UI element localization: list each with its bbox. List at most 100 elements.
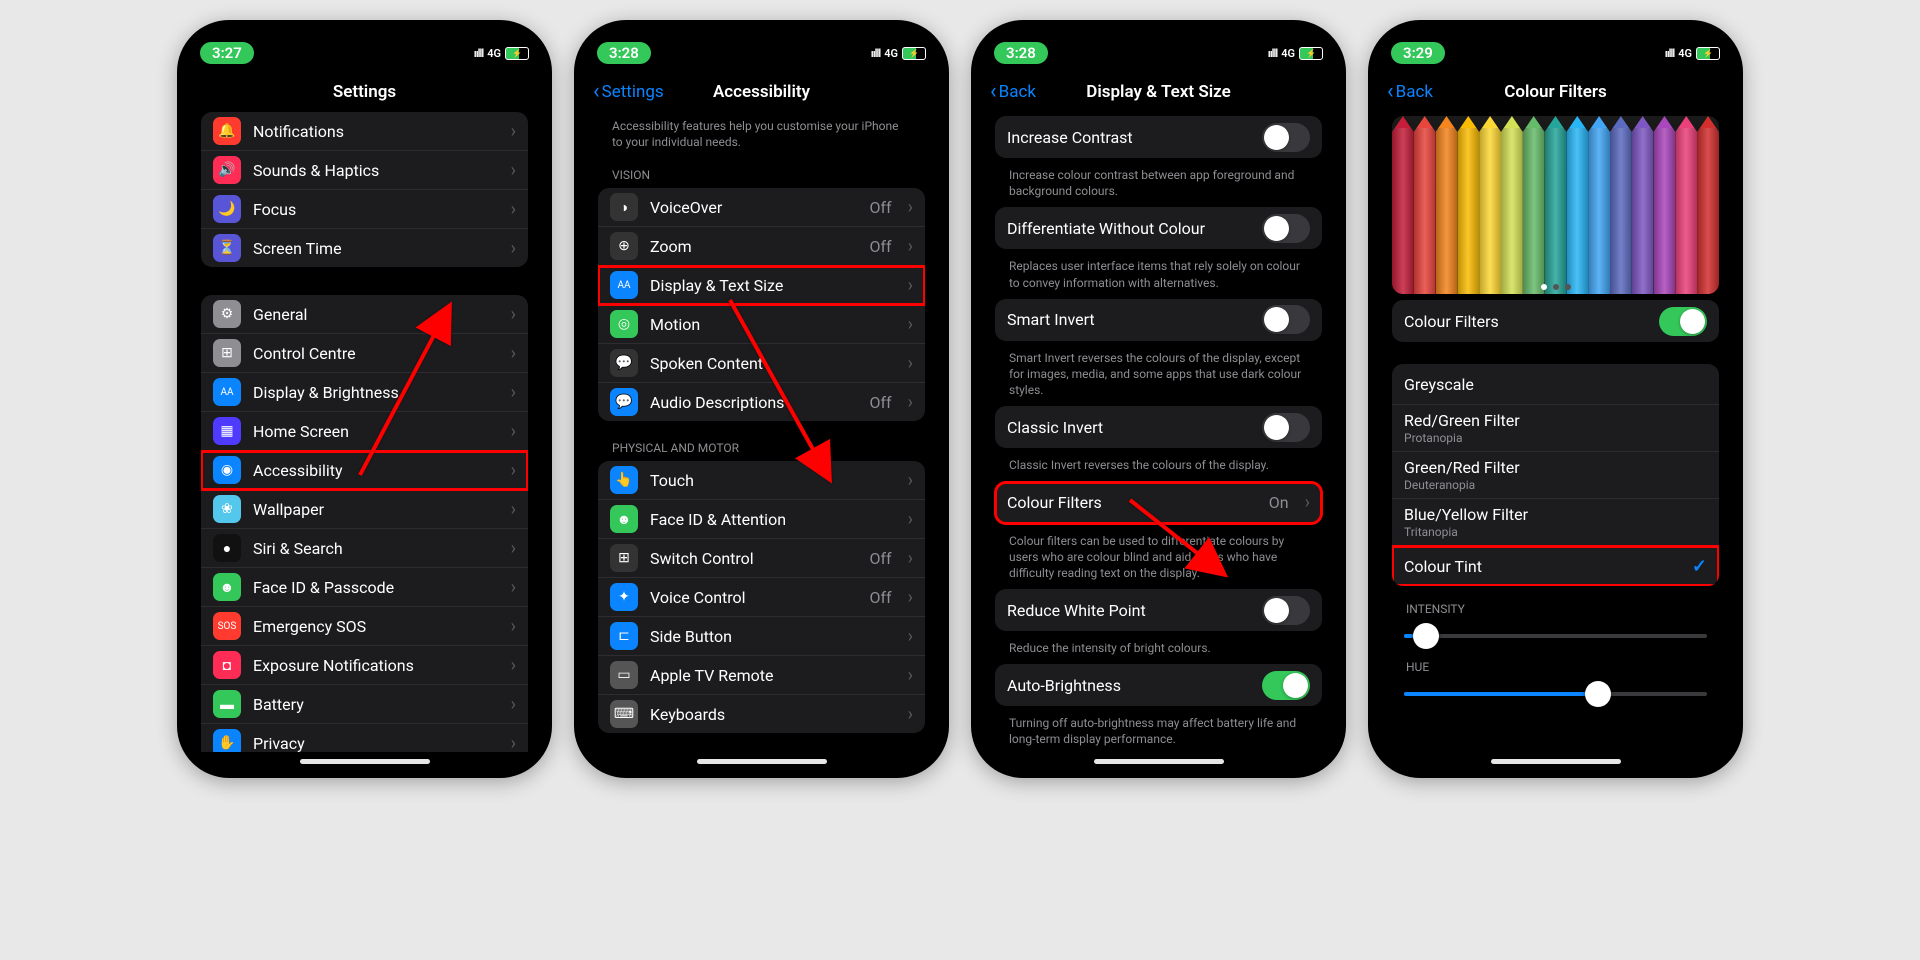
- row-label: Classic Invert: [1007, 418, 1250, 437]
- settings-group: Increase Contrast: [995, 116, 1322, 158]
- content[interactable]: Increase Contrast Increase colour contra…: [980, 112, 1337, 756]
- toggle-switch[interactable]: [1262, 123, 1310, 152]
- settings-row[interactable]: ⊞ Switch Control Off ›: [598, 539, 925, 578]
- row-icon: ☻: [610, 505, 638, 533]
- settings-row[interactable]: ⏳ Screen Time ›: [201, 229, 528, 267]
- intensity-slider[interactable]: [1404, 634, 1707, 638]
- settings-row[interactable]: ☻ Face ID & Passcode ›: [201, 568, 528, 607]
- pencil-icon: [1697, 116, 1719, 294]
- filter-option-row[interactable]: Colour Tint ✓: [1392, 546, 1719, 586]
- settings-row[interactable]: ✋ Privacy ›: [201, 724, 528, 752]
- pencil-icon: [1675, 116, 1697, 294]
- settings-row[interactable]: Increase Contrast: [995, 116, 1322, 158]
- home-indicator[interactable]: [1094, 759, 1224, 764]
- settings-row[interactable]: 🌙 Focus ›: [201, 190, 528, 229]
- settings-row[interactable]: Colour FiltersOn›: [995, 482, 1322, 524]
- nav-title: Settings: [333, 82, 396, 102]
- filter-option-row[interactable]: Blue/Yellow FilterTritanopia: [1392, 499, 1719, 546]
- settings-row[interactable]: Auto-Brightness: [995, 664, 1322, 706]
- row-value: Off: [869, 549, 891, 568]
- row-label: Sounds & Haptics: [253, 161, 495, 180]
- toggle-switch[interactable]: [1262, 671, 1310, 700]
- row-label: Display & Brightness: [253, 383, 495, 402]
- settings-row[interactable]: ◑ VoiceOver Off ›: [598, 188, 925, 227]
- row-label: Red/Green FilterProtanopia: [1404, 411, 1707, 445]
- settings-row[interactable]: ❀ Wallpaper ›: [201, 490, 528, 529]
- row-description: Reduce the intensity of bright colours.: [995, 637, 1322, 664]
- home-indicator[interactable]: [697, 759, 827, 764]
- settings-row[interactable]: ◉ Accessibility ›: [201, 451, 528, 490]
- settings-row[interactable]: ⊕ Zoom Off ›: [598, 227, 925, 266]
- row-icon: SOS: [213, 612, 241, 640]
- pencil-icon: [1392, 116, 1414, 294]
- content[interactable]: Accessibility features help you customis…: [583, 112, 940, 752]
- settings-row[interactable]: 👆 Touch ›: [598, 461, 925, 500]
- row-value: Off: [869, 237, 891, 256]
- back-label: Back: [1396, 82, 1433, 102]
- settings-row[interactable]: AA Display & Text Size ›: [598, 266, 925, 305]
- filter-option-row[interactable]: Red/Green FilterProtanopia: [1392, 405, 1719, 452]
- toggle-switch[interactable]: [1659, 307, 1707, 336]
- pencil-preview[interactable]: [1392, 116, 1719, 294]
- filter-option-row[interactable]: Greyscale: [1392, 364, 1719, 405]
- settings-row[interactable]: SOS Emergency SOS ›: [201, 607, 528, 646]
- filter-option-row[interactable]: Green/Red FilterDeuteranopia: [1392, 452, 1719, 499]
- row-icon: AA: [213, 378, 241, 406]
- settings-row[interactable]: ▬ Battery ›: [201, 685, 528, 724]
- settings-row[interactable]: Differentiate Without Colour: [995, 207, 1322, 249]
- settings-row[interactable]: ✦ Voice Control Off ›: [598, 578, 925, 617]
- settings-row[interactable]: ☻ Face ID & Attention ›: [598, 500, 925, 539]
- row-icon: ☻: [213, 573, 241, 601]
- toggle-switch[interactable]: [1262, 305, 1310, 334]
- settings-row[interactable]: 💬 Audio Descriptions Off ›: [598, 383, 925, 421]
- notch: [1084, 20, 1234, 46]
- toggle-switch[interactable]: [1262, 413, 1310, 442]
- home-indicator[interactable]: [1491, 759, 1621, 764]
- back-button[interactable]: ‹Back: [990, 82, 1036, 102]
- pencil-icon: [1632, 116, 1654, 294]
- back-button[interactable]: ‹Settings: [593, 82, 664, 102]
- chevron-right-icon: ›: [908, 704, 913, 725]
- settings-row[interactable]: Reduce White Point: [995, 589, 1322, 631]
- toggle-switch[interactable]: [1262, 596, 1310, 625]
- settings-row[interactable]: ⚙ General ›: [201, 295, 528, 334]
- settings-row[interactable]: 🔊 Sounds & Haptics ›: [201, 151, 528, 190]
- nav-title: Accessibility: [713, 82, 810, 102]
- back-button[interactable]: ‹Back: [1387, 82, 1433, 102]
- row-label: Reduce White Point: [1007, 601, 1250, 620]
- chevron-right-icon: ›: [908, 548, 913, 569]
- settings-row[interactable]: ▭ Apple TV Remote ›: [598, 656, 925, 695]
- home-indicator[interactable]: [300, 759, 430, 764]
- settings-row[interactable]: Classic Invert: [995, 406, 1322, 448]
- page-indicator: [1541, 284, 1571, 290]
- network-label: 4G: [884, 47, 898, 60]
- chevron-right-icon: ›: [511, 304, 516, 325]
- screen: 3:28 ıılll 4G ⚡ ‹Back Display & Text Siz…: [980, 29, 1337, 769]
- settings-row[interactable]: ◎ Motion ›: [598, 305, 925, 344]
- row-label: Voice Control: [650, 588, 857, 607]
- settings-row[interactable]: ⌨ Keyboards ›: [598, 695, 925, 733]
- settings-row[interactable]: Smart Invert: [995, 299, 1322, 341]
- hue-slider[interactable]: [1404, 692, 1707, 696]
- row-description: Replaces user interface items that rely …: [995, 255, 1322, 298]
- settings-row[interactable]: AA Display & Brightness ›: [201, 373, 528, 412]
- section-header: HUE: [1392, 656, 1719, 680]
- toggle-switch[interactable]: [1262, 214, 1310, 243]
- settings-group: ◑ VoiceOver Off › ⊕ Zoom Off › AA Displa…: [598, 188, 925, 421]
- settings-row[interactable]: Colour Filters: [1392, 300, 1719, 342]
- content[interactable]: Colour Filters Greyscale Red/Green Filte…: [1377, 112, 1734, 756]
- settings-row[interactable]: 💬 Spoken Content ›: [598, 344, 925, 383]
- row-icon: 👆: [610, 466, 638, 494]
- content[interactable]: 🔔 Notifications › 🔊 Sounds & Haptics › 🌙…: [186, 112, 543, 752]
- settings-row[interactable]: ◘ Exposure Notifications ›: [201, 646, 528, 685]
- settings-row[interactable]: ⊏ Side Button ›: [598, 617, 925, 656]
- settings-row[interactable]: ⊞ Control Centre ›: [201, 334, 528, 373]
- row-label: Audio Descriptions: [650, 393, 857, 412]
- filter-options-group: Greyscale Red/Green FilterProtanopia Gre…: [1392, 364, 1719, 586]
- settings-row[interactable]: 🔔 Notifications ›: [201, 112, 528, 151]
- notch: [687, 20, 837, 46]
- settings-row[interactable]: ● Siri & Search ›: [201, 529, 528, 568]
- chevron-right-icon: ›: [511, 382, 516, 403]
- settings-row[interactable]: ▦ Home Screen ›: [201, 412, 528, 451]
- row-icon: ▭: [610, 661, 638, 689]
